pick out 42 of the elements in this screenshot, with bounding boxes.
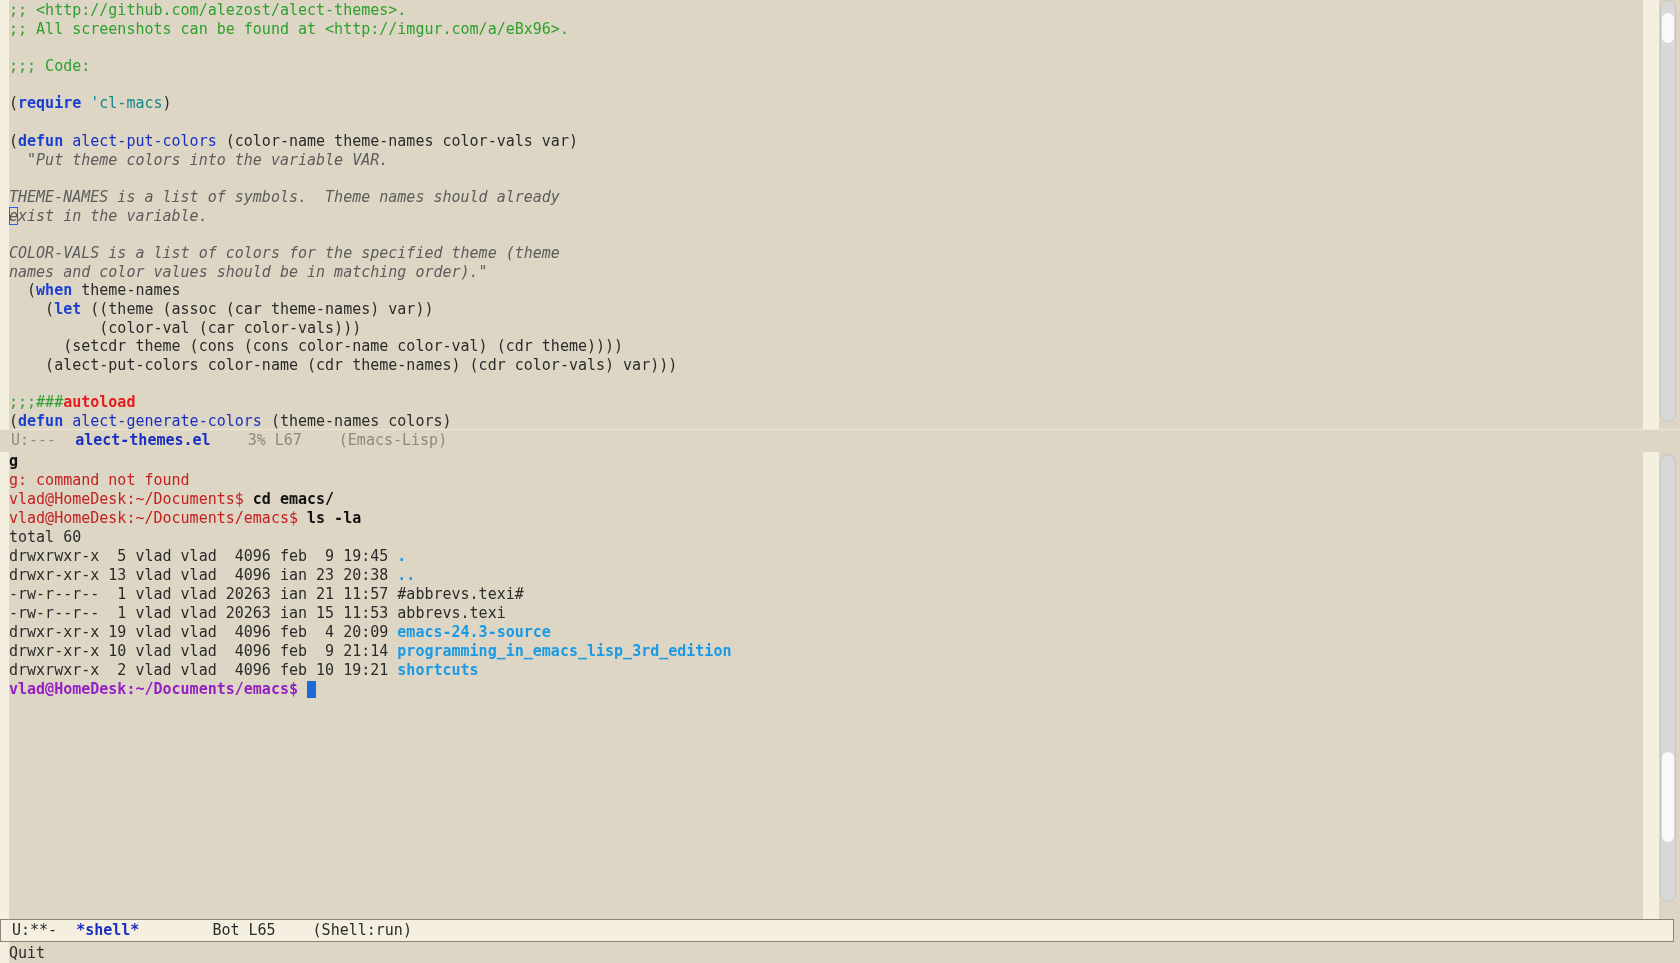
- code-line: (defun alect-generate-colors (theme-names colors): [9, 412, 452, 429]
- shell-line: g: command not found: [9, 470, 190, 490]
- code-line: ;; All screenshots can be found at <http://imgur.com/a/eBx96>.: [9, 19, 569, 39]
- code-line: COLOR-VALS is a list of colors for the specified theme (theme: [9, 243, 560, 263]
- code-line: "Put theme colors into the variable VAR.: [26, 150, 389, 170]
- buffer-name: alect-themes.el: [75, 429, 211, 450]
- buffer-status: U:---: [11, 429, 57, 450]
- code-line: THEME-NAMES is a list of symbols. Theme names should already: [9, 187, 560, 207]
- code-line: (color-val (car color-vals))): [98, 318, 362, 338]
- scrollbar[interactable]: [1660, 453, 1676, 902]
- major-mode: (Emacs-Lisp): [338, 429, 448, 450]
- code-line: (when theme-names: [26, 281, 181, 300]
- shell-line: -rw-r--r-- 1 vlad vlad 20263 ian 21 11:57 #abbrevs.texi#: [9, 584, 524, 604]
- code-line: ;; <http://github.com/alezost/alect-themes>.: [9, 1, 407, 20]
- shell-line: drwxr-xr-x 10 vlad vlad 4096 feb 9 21:14 programming_in_emacs_lisp_3rd_edition: [9, 641, 732, 661]
- shell-line: g: [9, 451, 19, 471]
- code-line: (defun alect-put-colors (color-name theme-names color-vals var): [9, 131, 578, 151]
- buffer-position: Bot L65: [212, 920, 276, 941]
- buffer-name: *shell*: [76, 920, 140, 941]
- shell-line: total 60: [9, 527, 82, 547]
- shell-line: drwxrwxr-x 5 vlad vlad 4096 feb 9 19:45 .: [9, 546, 407, 566]
- code-line: ;;; Code:: [9, 57, 91, 76]
- shell-line: vlad@HomeDesk:~/Documents/emacs$: [9, 679, 298, 699]
- major-mode: (Shell:run): [312, 920, 412, 941]
- minibuffer-message: Quit: [9, 943, 46, 963]
- buffer-status: U:**-: [12, 920, 58, 941]
- code-line: (let ((theme (assoc (car theme-names) var)): [44, 300, 434, 319]
- code-line: names and color values should be in matching order).": [9, 262, 488, 282]
- scrollbar[interactable]: [1660, 0, 1676, 422]
- code-line: ;;;###autoload: [9, 393, 136, 413]
- code-line: (setcdr theme (cons (cons color-name color-val) (cdr theme)))): [62, 337, 624, 357]
- buffer-position: 3% L67: [247, 429, 302, 450]
- shell-line: vlad@HomeDesk:~/Documents$ cd emacs/: [9, 489, 335, 509]
- shell-line: drwxr-xr-x 13 vlad vlad 4096 ian 23 20:38 ..: [9, 565, 416, 585]
- code-line: (require 'cl-macs): [9, 94, 172, 114]
- text-cursor: [307, 680, 316, 698]
- shell-line: drwxr-xr-x 19 vlad vlad 4096 feb 4 20:09 emacs-24.3-source: [9, 622, 551, 642]
- shell-line: drwxrwxr-x 2 vlad vlad 4096 feb 10 19:21 shortcuts: [9, 660, 479, 680]
- shell-line: vlad@HomeDesk:~/Documents/emacs$ ls -la: [9, 508, 362, 528]
- code-line: exist in the variable.: [9, 206, 208, 226]
- shell-line: -rw-r--r-- 1 vlad vlad 20263 ian 15 11:53 abbrevs.texi: [9, 603, 506, 623]
- code-line: (alect-put-colors color-name (cdr theme-names) (cdr color-vals) var))): [44, 356, 678, 375]
